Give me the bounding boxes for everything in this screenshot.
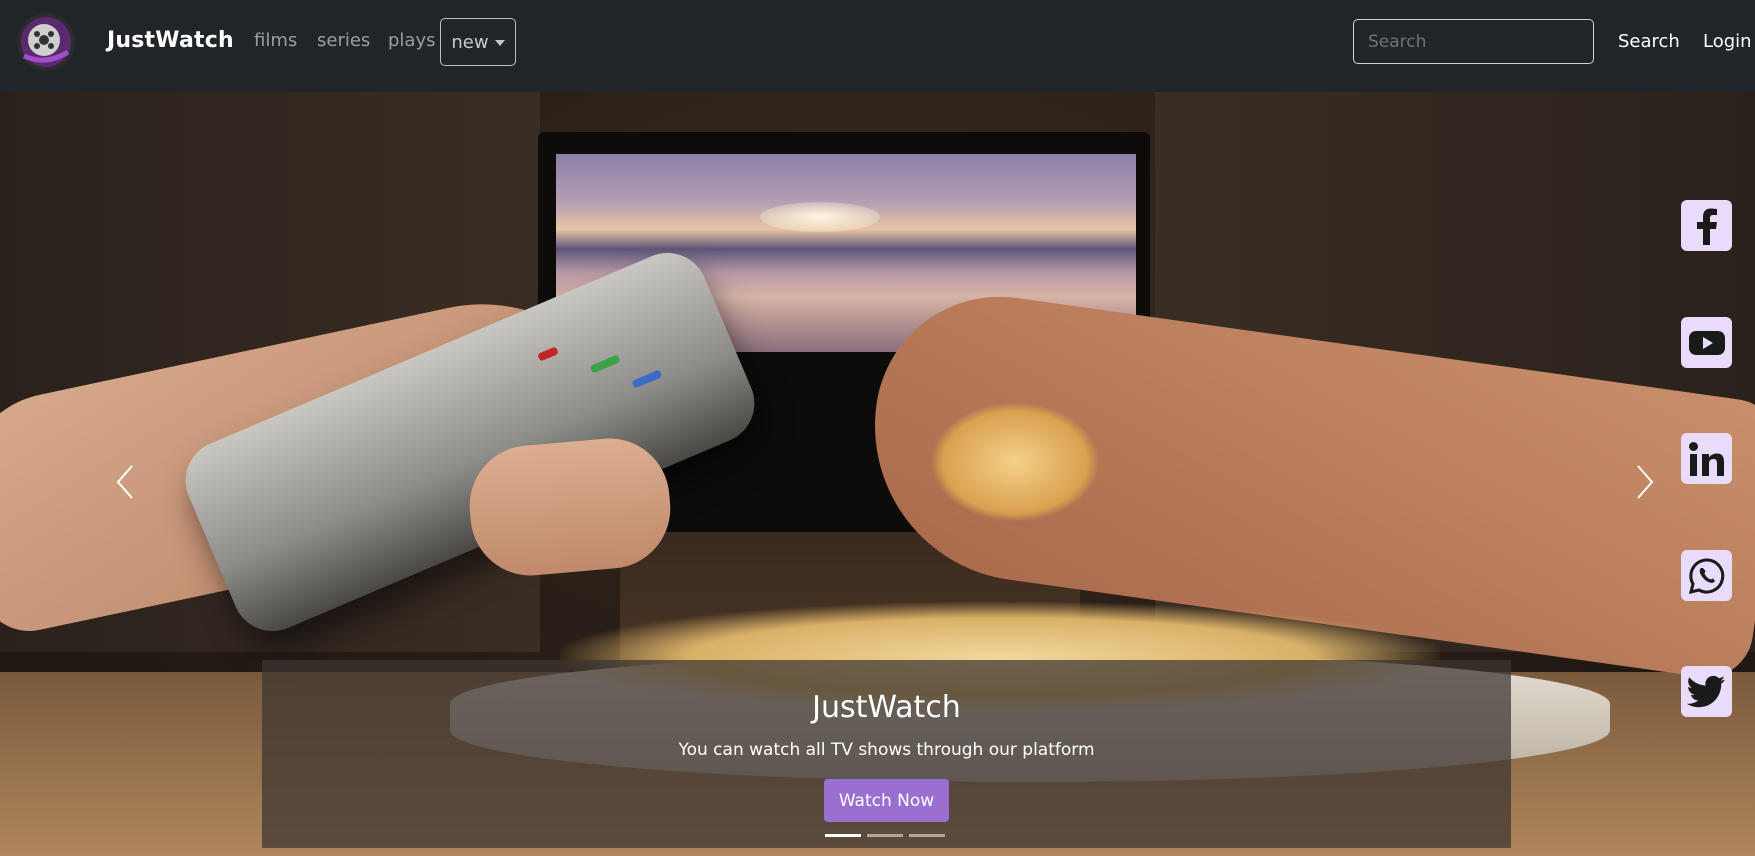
login-link[interactable]: Login [1703, 31, 1752, 52]
caption-subtitle: You can watch all TV shows through our p… [678, 740, 1095, 760]
whatsapp-icon[interactable] [1681, 550, 1732, 601]
new-dropdown[interactable]: new [440, 18, 516, 66]
carousel-indicator-1[interactable] [825, 834, 861, 837]
facebook-icon[interactable] [1681, 200, 1732, 251]
youtube-icon[interactable] [1681, 317, 1732, 368]
sunset-glow [760, 202, 880, 232]
carousel-caption: JustWatch You can watch all TV shows thr… [262, 660, 1511, 848]
linkedin-icon[interactable] [1681, 433, 1732, 484]
twitter-icon[interactable] [1681, 666, 1732, 717]
logo[interactable] [14, 12, 78, 72]
watch-now-button[interactable]: Watch Now [824, 779, 949, 822]
nav-link-films[interactable]: films [254, 30, 297, 51]
nav-link-plays[interactable]: plays [388, 30, 436, 51]
new-dropdown-label: new [451, 31, 489, 53]
navbar: JustWatch films series plays new Search … [0, 0, 1755, 92]
carousel-indicator-3[interactable] [909, 834, 945, 837]
carousel-indicator-2[interactable] [867, 834, 903, 837]
nav-link-series[interactable]: series [317, 30, 370, 51]
hero-carousel: JustWatch You can watch all TV shows thr… [0, 92, 1755, 856]
carousel-prev-icon[interactable] [106, 462, 146, 502]
caption-title: JustWatch [812, 690, 961, 725]
popcorn-in-hand [930, 402, 1100, 522]
search-input[interactable] [1353, 19, 1594, 64]
caret-down-icon [494, 40, 505, 46]
carousel-indicators [825, 834, 945, 837]
brand-name[interactable]: JustWatch [107, 28, 234, 53]
carousel-next-icon[interactable] [1624, 462, 1664, 502]
search-button[interactable]: Search [1618, 31, 1680, 52]
